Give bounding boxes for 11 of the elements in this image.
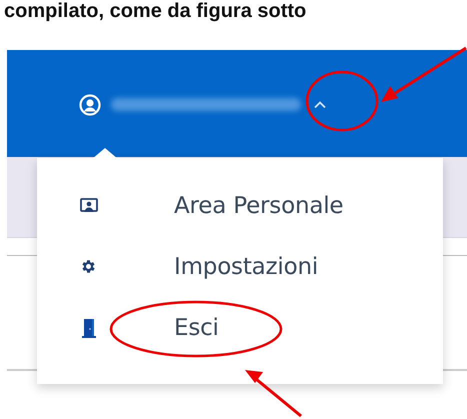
door-icon	[82, 318, 96, 338]
chevron-up-icon[interactable]	[313, 100, 327, 109]
menu-item[interactable]: Impostazioni	[37, 236, 443, 297]
gear-icon	[80, 258, 97, 275]
user-icon	[79, 94, 101, 116]
caption-text: compilato, come da figura sotto	[3, 0, 308, 24]
menu-item[interactable]: Area Personale	[37, 175, 443, 236]
person-card-icon	[80, 198, 98, 214]
user-menu-button[interactable]	[79, 94, 327, 116]
annotation-arrow	[245, 370, 302, 418]
menu-item[interactable]: Esci	[37, 297, 443, 358]
